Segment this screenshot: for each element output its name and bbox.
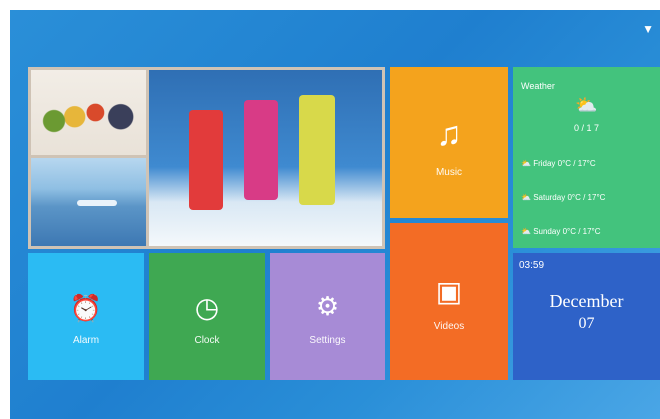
- settings-tile[interactable]: ⚙ Settings: [270, 253, 385, 380]
- clock-tile[interactable]: ◷ Clock: [149, 253, 265, 380]
- partly-cloudy-icon: ⛅: [575, 95, 598, 115]
- videos-label: Videos: [433, 321, 465, 332]
- music-label: Music: [435, 167, 463, 178]
- alarm-clock-icon: ⏰: [69, 293, 103, 323]
- music-note-icon: ♫: [436, 115, 462, 153]
- forecast-day: Saturday: [533, 193, 566, 202]
- skier-figure: [189, 110, 223, 210]
- fruit-photo[interactable]: [31, 70, 146, 155]
- gear-icon: ⚙: [315, 291, 340, 321]
- forecast-range: 0°C / 17°C: [562, 227, 601, 236]
- photo-gallery-tile[interactable]: [28, 67, 385, 249]
- forecast-day: Friday: [533, 159, 556, 168]
- current-time: 03:59: [519, 260, 545, 271]
- music-tile[interactable]: ♫ Music: [390, 67, 508, 218]
- skier-figure: [244, 100, 278, 200]
- weather-tile[interactable]: Weather ⛅ 0 / 1 7 ⛅ Friday 0°C / 17°C ⛅ …: [513, 67, 660, 248]
- wifi-icon: ▼: [642, 22, 654, 36]
- settings-label: Settings: [309, 335, 346, 346]
- current-month: December: [549, 291, 624, 311]
- clock-icon: ◷: [194, 292, 220, 323]
- alarm-label: Alarm: [72, 335, 100, 346]
- videos-tile[interactable]: ▣ Videos: [390, 223, 508, 380]
- video-icon: ▣: [435, 276, 463, 307]
- skiers-photo[interactable]: [149, 70, 382, 246]
- forecast-row: ⛅ Sunday 0°C / 17°C: [521, 227, 601, 236]
- forecast-range: 0°C / 17°C: [567, 193, 606, 202]
- forecast-row: ⛅ Friday 0°C / 17°C: [521, 159, 596, 168]
- home-screen: ▼ ♫ Music Weather ⛅ 0 / 1 7 ⛅ Friday 0°C…: [10, 10, 660, 419]
- alarm-tile[interactable]: ⏰ Alarm: [28, 253, 144, 380]
- skier-figure: [299, 95, 335, 205]
- forecast-range: 0°C / 17°C: [557, 159, 596, 168]
- weather-title: Weather: [521, 81, 555, 91]
- date-time-tile[interactable]: 03:59 December 07: [513, 253, 660, 380]
- seascape-photo[interactable]: [31, 158, 146, 246]
- forecast-day: Sunday: [533, 227, 561, 236]
- clock-label: Clock: [194, 335, 220, 346]
- current-day: 07: [578, 315, 595, 332]
- current-temperature: 0 / 1 7: [573, 123, 600, 133]
- forecast-row: ⛅ Saturday 0°C / 17°C: [521, 193, 606, 202]
